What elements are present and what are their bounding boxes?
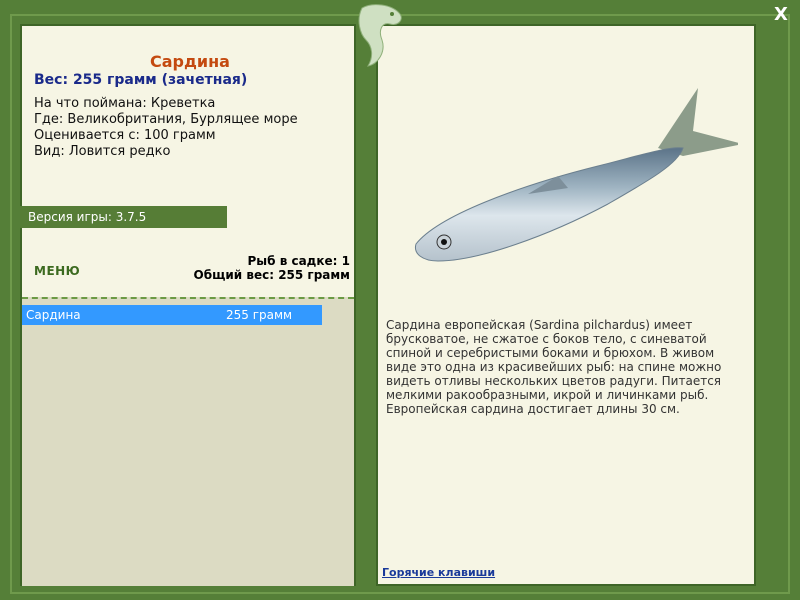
list-item-weight: 255 грамм [226,308,293,322]
fish-rated-from: Оценивается с: 100 грамм [34,128,216,143]
fish-details-panel: Сардина европейская (Sardina pilchardus)… [376,24,756,586]
fish-bait: На что поймана: Креветка [34,96,216,111]
catch-info-panel: Сардина Вес: 255 грамм (зачетная) На что… [20,24,356,586]
keepnet-total-weight: Общий вес: 255 грамм [193,268,350,282]
game-version: Версия игры: 3.7.5 [20,206,227,228]
menu-button[interactable]: МЕНЮ [34,264,80,278]
list-item-name: Сардина [26,308,81,322]
keepnet-list: Сардина 255 грамм [22,297,354,586]
game-logo [358,4,402,67]
fish-weight: Вес: 255 грамм (зачетная) [34,72,248,88]
fish-location: Где: Великобритания, Бурлящее море [34,112,298,127]
close-button[interactable]: X [774,4,788,25]
fish-title: Сардина [150,52,230,71]
list-item[interactable]: Сардина 255 грамм [22,305,322,325]
fish-description: Сардина европейская (Sardina pilchardus)… [386,318,722,416]
hotkeys-link[interactable]: Горячие клавиши [382,566,495,579]
sardine-image [414,88,738,262]
fish-rarity: Вид: Ловится редко [34,144,171,159]
keepnet-count: Рыб в садке: 1 [247,254,351,268]
